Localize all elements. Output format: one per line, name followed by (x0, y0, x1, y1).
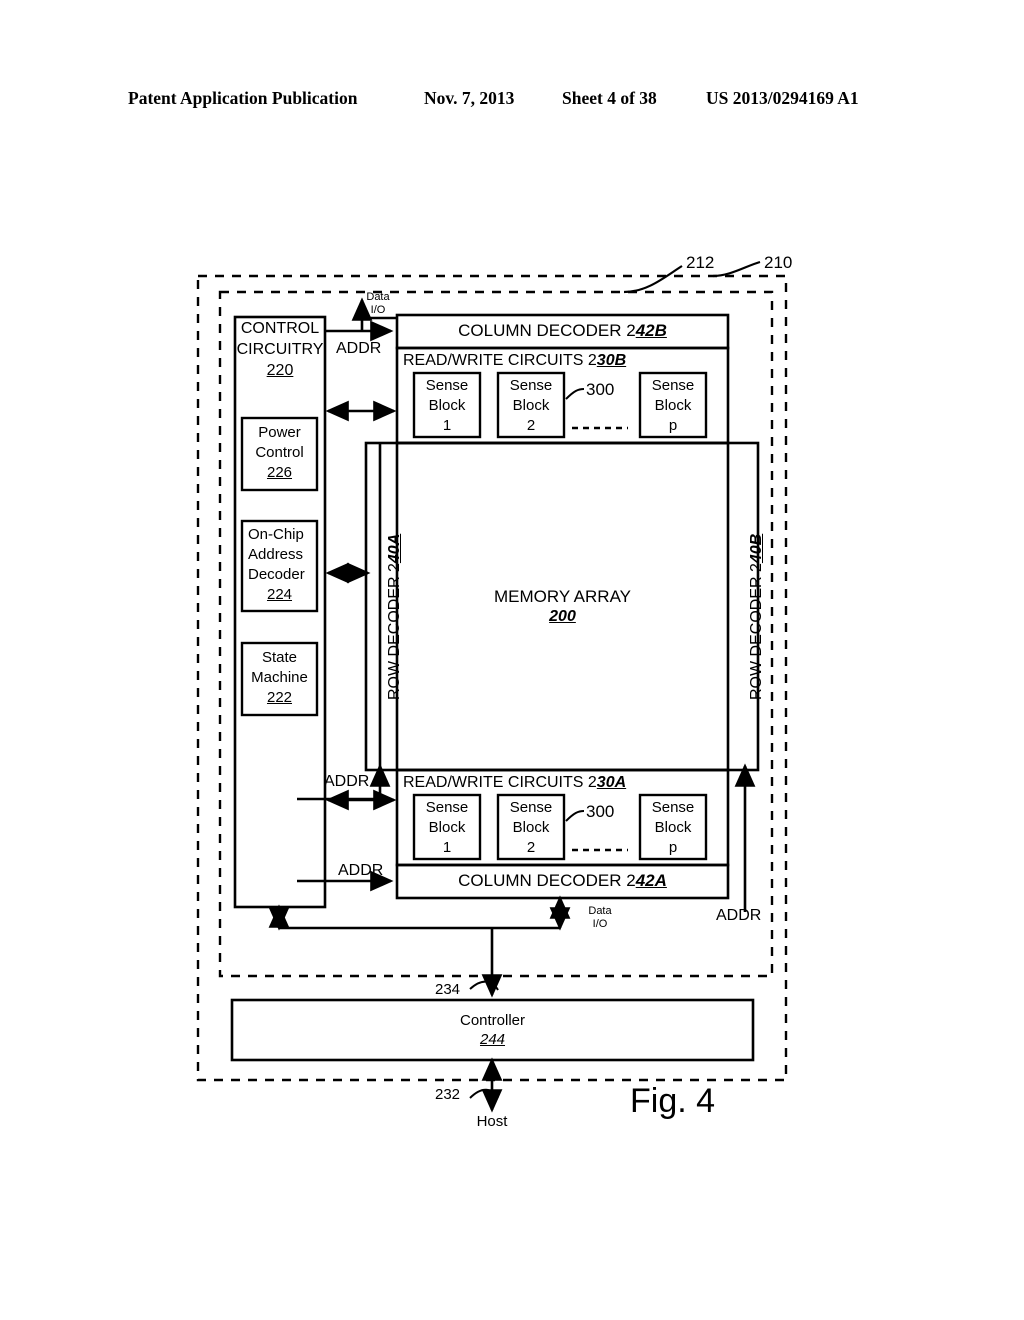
sense-block-1-top-index: 1 (442, 417, 452, 434)
ref-212: 212 (686, 253, 715, 272)
column-decoder-bottom-label: COLUMN DECODER 242A (397, 871, 728, 890)
memory-array-ref: 200 (549, 608, 576, 625)
read-write-top-text: READ/WRITE CIRCUITS 2 (403, 352, 597, 369)
state-machine-ref: 222 (266, 689, 293, 706)
onchip-decoder-line3: Decoder (248, 566, 305, 583)
addr-label-right: ADDR (716, 907, 762, 924)
sense-block-ref-top: 300 (586, 380, 615, 399)
figure-caption: Fig. 4 (630, 1082, 716, 1120)
read-write-bottom-label: READ/WRITE CIRCUITS 230A (403, 774, 626, 791)
data-io-bottom-line1: Data (588, 905, 612, 917)
sense-block-1-bottom-line1: Sense (425, 799, 469, 816)
power-control-line1: Power (258, 424, 301, 441)
read-write-top-ref: 30B (596, 352, 627, 369)
row-decoder-left-text: ROW DECODER 2 (386, 563, 403, 700)
row-decoder-right-label: ROW DECODER 240B (748, 534, 765, 700)
sense-block-2-top-line1: Sense (509, 377, 553, 394)
sense-block-2-bottom-index: 2 (526, 839, 536, 856)
controller-ref: 244 (479, 1031, 506, 1048)
sense-block-p-bottom-index: p (668, 839, 678, 856)
ref-210: 210 (764, 253, 793, 272)
sense-block-p-top-line1: Sense (651, 377, 695, 394)
sense-block-p-bottom-line2: Block (654, 819, 692, 836)
sense-block-1-top-line1: Sense (425, 377, 469, 394)
onchip-decoder-ref: 224 (266, 586, 293, 603)
control-circuitry-ref: 220 (266, 362, 294, 379)
sense-block-2-bottom-line2: Block (512, 819, 550, 836)
row-decoder-right-ref: 40B (748, 533, 765, 564)
sense-block-2-bottom-line1: Sense (509, 799, 553, 816)
sense-block-1-top-line2: Block (428, 397, 466, 414)
state-machine-line2: Machine (251, 669, 308, 686)
read-write-bottom-text: READ/WRITE CIRCUITS 2 (403, 774, 597, 791)
sense-block-p-top-line2: Block (654, 397, 692, 414)
column-decoder-top-text: COLUMN DECODER 2 (458, 321, 636, 340)
addr-label-mid-left: ADDR (324, 773, 370, 790)
sense-block-p-top-index: p (668, 417, 678, 434)
column-decoder-top-ref: 42B (635, 321, 667, 340)
host-label: Host (476, 1113, 508, 1130)
addr-label-top: ADDR (336, 340, 382, 357)
control-circuitry-line1: CONTROL (240, 320, 320, 337)
state-machine-line1: State (261, 649, 298, 666)
column-decoder-top-label: COLUMN DECODER 242B (397, 321, 728, 340)
data-io-top-line1: Data (366, 291, 390, 303)
row-decoder-right-text: ROW DECODER 2 (748, 563, 765, 700)
addr-label-bottom-left: ADDR (338, 862, 384, 879)
memory-array-label: MEMORY ARRAY (494, 587, 631, 606)
read-write-bottom-ref: 30A (596, 774, 627, 791)
power-control-ref: 226 (266, 464, 293, 481)
read-write-top-label: READ/WRITE CIRCUITS 230B (403, 352, 626, 369)
sense-block-2-top-line2: Block (512, 397, 550, 414)
sense-block-1-bottom-line2: Block (428, 819, 466, 836)
figure-4-diagram: 212 210 CONTROL CIRCUITRY 220 Power Cont… (0, 0, 1024, 1320)
data-io-top-line2: I/O (370, 304, 386, 316)
sense-block-ref-bottom: 300 (586, 802, 615, 821)
onchip-decoder-line2: Address (248, 546, 304, 563)
row-decoder-left-ref: 40A (386, 533, 403, 564)
sense-block-1-bottom-index: 1 (442, 839, 452, 856)
sense-block-2-top-index: 2 (526, 417, 536, 434)
data-io-bottom-line2: I/O (592, 918, 608, 930)
host-bus-ref: 232 (435, 1086, 461, 1103)
power-control-line2: Control (255, 444, 304, 461)
controller-bus-ref: 234 (435, 981, 461, 998)
control-circuitry-line2: CIRCUITRY (236, 341, 324, 358)
controller-label: Controller (459, 1012, 526, 1029)
sense-block-p-bottom-line1: Sense (651, 799, 695, 816)
column-decoder-bottom-ref: 42A (635, 871, 667, 890)
column-decoder-bottom-text: COLUMN DECODER 2 (458, 871, 636, 890)
onchip-decoder-line1: On-Chip (248, 526, 304, 543)
